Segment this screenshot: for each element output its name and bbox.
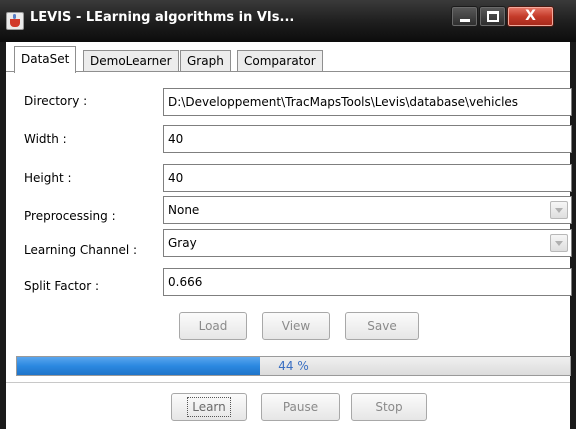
window-border-left: [0, 42, 6, 429]
tab-graph[interactable]: Graph: [180, 50, 231, 72]
preprocessing-label: Preprocessing :: [24, 209, 116, 223]
load-button[interactable]: Load: [179, 312, 247, 340]
tab-dataset[interactable]: DataSet: [14, 46, 77, 73]
title-bar[interactable]: LEVIS - LEarning algorithms in VIs... X: [0, 0, 576, 42]
levis-window: LEVIS - LEarning algorithms in VIs... X …: [0, 0, 576, 429]
split-factor-label: Split Factor :: [24, 279, 100, 293]
directory-label: Directory :: [24, 94, 88, 108]
learning-channel-value: Gray: [168, 236, 197, 250]
learning-channel-select[interactable]: Gray: [163, 229, 572, 257]
java-icon: [6, 12, 24, 30]
learn-button-label: Learn: [187, 397, 231, 417]
learn-button[interactable]: Learn: [171, 393, 247, 421]
chevron-down-icon[interactable]: [550, 234, 568, 252]
tab-comparator[interactable]: Comparator: [237, 50, 323, 72]
maximize-button[interactable]: [479, 6, 506, 27]
chevron-down-icon[interactable]: [550, 201, 568, 219]
height-field[interactable]: 40: [163, 164, 572, 192]
stop-button[interactable]: Stop: [351, 393, 427, 421]
split-factor-field[interactable]: 0.666: [163, 268, 572, 296]
pause-button[interactable]: Pause: [261, 393, 340, 421]
save-button[interactable]: Save: [345, 312, 419, 340]
tab-demolearner[interactable]: DemoLearner: [83, 50, 179, 72]
preprocessing-select[interactable]: None: [163, 196, 572, 224]
preprocessing-value: None: [168, 203, 200, 217]
close-button[interactable]: X: [507, 6, 554, 27]
minimize-icon: [460, 19, 470, 22]
divider: [6, 382, 570, 383]
height-label: Height :: [24, 171, 72, 185]
window-title: LEVIS - LEarning algorithms in VIs...: [30, 10, 295, 25]
minimize-button[interactable]: [451, 6, 478, 27]
progress-text: 44 %: [278, 359, 309, 373]
learning-channel-label: Learning Channel :: [24, 243, 138, 257]
tab-divider: [6, 71, 570, 72]
view-button[interactable]: View: [262, 312, 330, 340]
directory-field[interactable]: D:\Developpement\TracMapsTools\Levis\dat…: [163, 88, 572, 116]
progress-bar: 44 %: [16, 356, 571, 376]
width-field[interactable]: 40: [163, 125, 572, 153]
maximize-icon: [487, 11, 499, 22]
close-icon: X: [525, 8, 536, 24]
width-label: Width :: [24, 132, 67, 146]
